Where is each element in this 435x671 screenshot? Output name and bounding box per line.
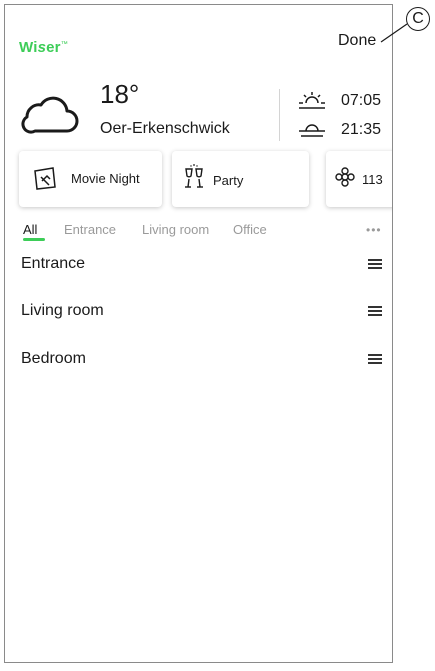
drag-handle-icon[interactable]: [368, 306, 382, 318]
room-row-living-room[interactable]: Living room: [5, 302, 392, 332]
drag-handle-icon[interactable]: [368, 259, 382, 271]
more-tabs-icon[interactable]: •••: [366, 223, 382, 237]
moment-party[interactable]: Party: [172, 151, 309, 207]
callout-marker: C: [406, 7, 430, 31]
tab-all[interactable]: All: [23, 222, 37, 237]
tab-entrance[interactable]: Entrance: [64, 222, 116, 237]
city-name: Oer-Erkenschwick: [100, 120, 230, 137]
room-name: Bedroom: [21, 350, 86, 367]
weather-divider: [279, 89, 280, 141]
room-row-entrance[interactable]: Entrance: [5, 255, 392, 285]
moment-label: Party: [213, 173, 244, 188]
sunset-time: 21:35: [341, 121, 382, 138]
movie-screen-icon: [34, 167, 56, 190]
done-button[interactable]: Done: [338, 32, 376, 50]
active-tab-indicator: [23, 238, 45, 241]
wiser-logo: Wiser™: [19, 39, 68, 56]
moment-label: 113: [362, 172, 383, 187]
flower-icon: [335, 167, 355, 187]
temperature: 18°: [100, 79, 140, 109]
sunrise-icon: [299, 92, 325, 109]
moment-movie-night[interactable]: Movie Night: [19, 151, 162, 207]
room-row-bedroom[interactable]: Bedroom: [5, 350, 392, 380]
room-name: Living room: [21, 302, 104, 319]
sunrise-time: 07:05: [341, 92, 382, 109]
drag-handle-icon[interactable]: [368, 354, 382, 366]
moment-113[interactable]: 113: [326, 151, 392, 207]
cloud-icon: [21, 96, 79, 134]
room-filter-tabs: All Entrance Living room Office: [5, 222, 392, 242]
sunset-icon: [299, 124, 325, 137]
moment-label: Movie Night: [71, 171, 140, 186]
champagne-glasses-icon: [185, 164, 203, 188]
tab-office[interactable]: Office: [233, 222, 267, 237]
app-screen: Wiser™ Done 18° Oer-Erkenschwick 07:05 2…: [4, 4, 393, 663]
room-name: Entrance: [21, 255, 86, 272]
tab-living-room[interactable]: Living room: [142, 222, 209, 237]
